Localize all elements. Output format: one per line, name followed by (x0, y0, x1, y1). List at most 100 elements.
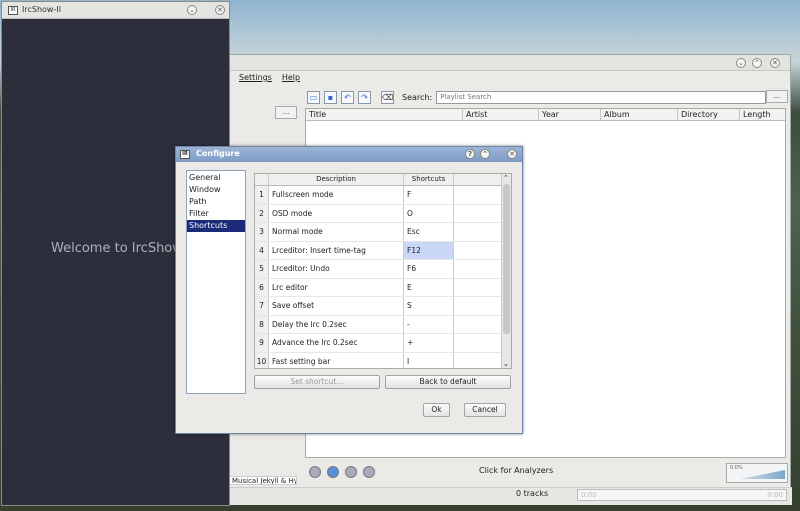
welcome-text: Welcome to IrcShow-II (51, 241, 196, 256)
scroll-down-icon[interactable]: ⌄ (503, 360, 509, 368)
category-general[interactable]: General (187, 172, 245, 184)
row-number: 5 (255, 260, 269, 278)
row-shortcut[interactable]: S (404, 297, 454, 315)
window-title: IrcShow-II (22, 5, 62, 14)
column-length[interactable]: Length (740, 109, 785, 120)
playlist-toolbar: ▭ ▪ ↶ ↷ ⌫ Search: (307, 89, 767, 105)
menu-settings[interactable]: Settings (239, 73, 272, 87)
row-shortcut[interactable]: O (404, 204, 454, 222)
back-to-default-button[interactable]: Back to default (385, 375, 511, 389)
minimize-icon[interactable]: ⌄ (187, 5, 197, 15)
ircshow-titlebar: IR IrcShow-II ⌄ ✕ (2, 2, 229, 19)
next-icon[interactable] (363, 466, 375, 478)
table-row[interactable]: 9 Advance the lrc 0.2sec + (255, 334, 511, 353)
volume-fill (740, 470, 785, 479)
close-icon[interactable]: ✕ (215, 5, 225, 15)
column-album[interactable]: Album (601, 109, 678, 120)
row-shortcut[interactable]: F6 (404, 260, 454, 278)
column-title[interactable]: Title (306, 109, 463, 120)
column-directory[interactable]: Directory (678, 109, 740, 120)
seek-bar[interactable]: 0:00 0:00 (577, 489, 787, 501)
ok-button[interactable]: Ok (423, 403, 450, 417)
row-shortcut[interactable]: E (404, 278, 454, 296)
redo-icon[interactable]: ↷ (358, 90, 371, 104)
playlist-header: Title Artist Year Album Directory Length (306, 109, 785, 121)
shortcuts-table[interactable]: Description Shortcuts 1 Fullscreen mode F 2… (254, 173, 512, 369)
header-shortcuts[interactable]: Shortcuts (404, 174, 454, 185)
maximize-icon[interactable]: ⌃ (480, 149, 490, 159)
row-number: 9 (255, 334, 269, 352)
shortcuts-header: Description Shortcuts (255, 174, 511, 186)
table-row[interactable]: 6 Lrc editor E (255, 278, 511, 297)
configure-dialog: IR Configure ? ⌃ ✕ General Window Path F… (175, 146, 523, 434)
help-icon[interactable]: ? (465, 149, 475, 159)
save-icon[interactable]: ▪ (324, 90, 337, 104)
dialog-titlebar: IR Configure ? ⌃ ✕ (176, 147, 522, 162)
shortcut-rows: 1 Fullscreen mode F 2 OSD mode O 3 Normal mode E… (255, 186, 511, 368)
category-window[interactable]: Window (187, 184, 245, 196)
table-row[interactable]: 5 Lrceditor: Undo F6 (255, 260, 511, 279)
time-total: 0:00 (767, 491, 783, 499)
row-number: 1 (255, 186, 269, 204)
row-number: 7 (255, 297, 269, 315)
table-row[interactable]: 8 Delay the lrc 0.2sec - (255, 315, 511, 334)
table-row[interactable]: 2 OSD mode O (255, 204, 511, 223)
category-filter[interactable]: Filter (187, 208, 245, 220)
maximize-icon[interactable]: ⌃ (752, 58, 762, 68)
previous-icon[interactable] (309, 466, 321, 478)
column-year[interactable]: Year (539, 109, 601, 120)
close-icon[interactable]: ✕ (507, 149, 517, 159)
search-options-button[interactable]: ... (766, 90, 788, 103)
row-shortcut[interactable]: - (404, 315, 454, 333)
column-artist[interactable]: Artist (463, 109, 539, 120)
table-row[interactable]: 7 Save offset S (255, 297, 511, 316)
list-item[interactable]: Musical Jekyll & Hyde Broadway (229, 476, 297, 485)
browse-button[interactable]: ... (275, 106, 297, 119)
row-shortcut[interactable]: Esc (404, 223, 454, 241)
category-path[interactable]: Path (187, 196, 245, 208)
row-description[interactable]: Delay the lrc 0.2sec (269, 315, 404, 333)
row-description[interactable]: Fast setting bar (269, 352, 404, 368)
table-row[interactable]: 3 Normal mode Esc (255, 223, 511, 242)
volume-slider[interactable]: 0.0% (726, 463, 788, 483)
set-shortcut-button[interactable]: Set shortcut... (254, 375, 380, 389)
row-description[interactable]: Lrceditor: Insert time-tag (269, 241, 404, 259)
scroll-up-icon[interactable]: ⌃ (503, 174, 509, 182)
category-list[interactable]: General Window Path Filter Shortcuts (186, 170, 246, 394)
table-row[interactable]: 4 Lrceditor: Insert time-tag F12 (255, 241, 511, 260)
minimize-icon[interactable]: ⌄ (736, 58, 746, 68)
row-shortcut[interactable]: + (404, 334, 454, 352)
undo-icon[interactable]: ↶ (341, 90, 354, 104)
row-description[interactable]: Save offset (269, 297, 404, 315)
new-playlist-icon[interactable]: ▭ (307, 90, 320, 104)
volume-value: 0.0% (730, 465, 743, 471)
row-description[interactable]: Lrceditor: Undo (269, 260, 404, 278)
row-number: 8 (255, 315, 269, 333)
track-count: 0 tracks (516, 489, 549, 498)
table-row[interactable]: 1 Fullscreen mode F (255, 186, 511, 205)
row-description[interactable]: OSD mode (269, 204, 404, 222)
search-input[interactable] (436, 90, 767, 104)
row-shortcut[interactable]: F (404, 186, 454, 204)
row-description[interactable]: Normal mode (269, 223, 404, 241)
scroll-thumb[interactable] (503, 184, 510, 334)
header-description[interactable]: Description (269, 174, 404, 185)
menu-help[interactable]: Help (282, 73, 300, 87)
app-icon: IR (180, 150, 190, 159)
pause-icon[interactable] (345, 466, 357, 478)
row-description[interactable]: Fullscreen mode (269, 186, 404, 204)
row-description[interactable]: Lrc editor (269, 278, 404, 296)
row-description[interactable]: Advance the lrc 0.2sec (269, 334, 404, 352)
search-label: Search: (402, 92, 433, 102)
table-row[interactable]: 10 Fast setting bar I (255, 352, 511, 368)
row-shortcut[interactable]: I (404, 352, 454, 368)
close-icon[interactable]: ✕ (770, 58, 780, 68)
category-shortcuts[interactable]: Shortcuts (187, 220, 245, 232)
scrollbar[interactable]: ⌃ ⌄ (501, 174, 511, 368)
dialog-title: Configure (196, 149, 240, 158)
cancel-button[interactable]: Cancel (464, 403, 506, 417)
analyzer-toggle[interactable]: Click for Analyzers (479, 466, 553, 475)
row-shortcut[interactable]: F12 (404, 241, 454, 259)
clear-search-icon[interactable]: ⌫ (381, 90, 394, 104)
play-icon[interactable] (327, 466, 339, 478)
